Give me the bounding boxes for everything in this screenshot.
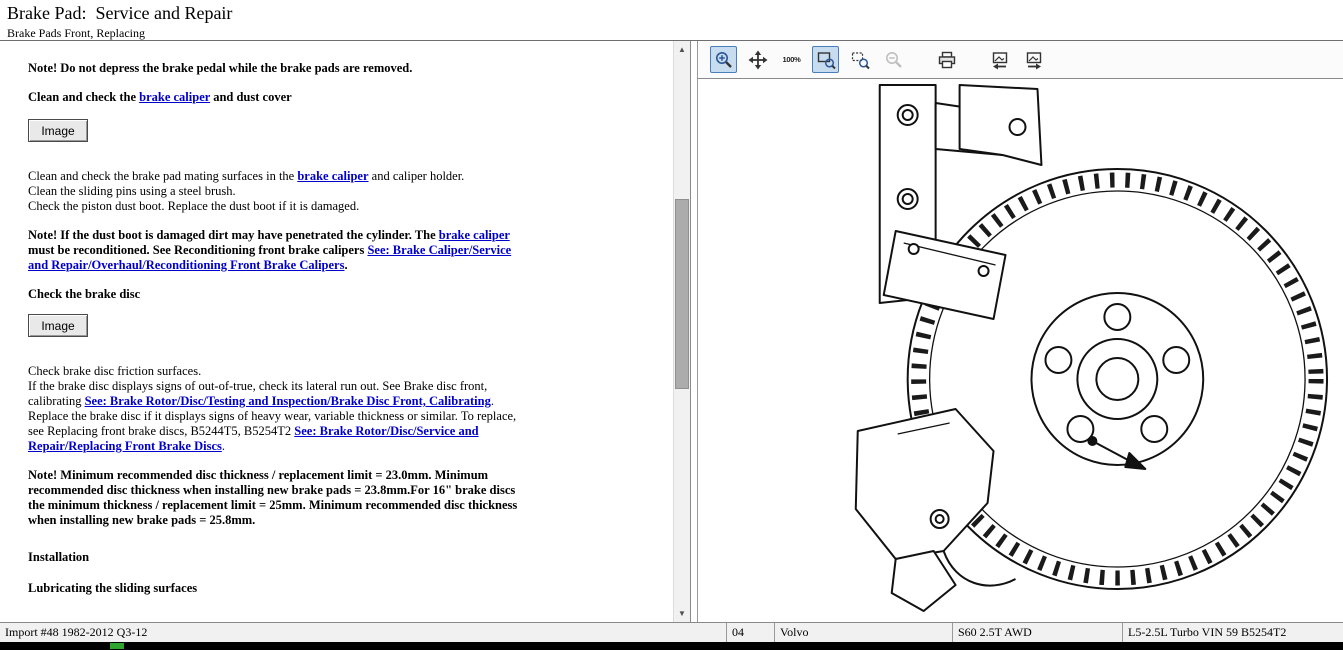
text-fragment: . <box>222 439 225 453</box>
previous-image-icon <box>990 50 1010 70</box>
page-header: Brake Pad: Service and Repair Brake Pads… <box>0 0 1343 41</box>
scroll-down-arrow-icon[interactable]: ▼ <box>674 605 690 622</box>
link-brake-caliper[interactable]: brake caliper <box>139 90 210 104</box>
zoom-in-button[interactable] <box>710 46 737 73</box>
status-bar: Import #48 1982-2012 Q3-12 04 Volvo S60 … <box>0 622 1343 642</box>
text-fragment: and caliper holder. <box>369 169 465 183</box>
image-button-1[interactable]: Image <box>28 119 88 142</box>
print-button[interactable] <box>933 46 960 73</box>
text-line: If the brake disc displays signs of out-… <box>28 379 528 409</box>
statusbar-code: 04 <box>727 623 775 642</box>
next-image-button[interactable] <box>1020 46 1047 73</box>
text-fragment: . <box>491 394 494 408</box>
zoom-fit-button[interactable] <box>812 46 839 73</box>
image-button-2[interactable]: Image <box>28 314 88 337</box>
next-image-icon <box>1024 50 1044 70</box>
illustration-canvas <box>698 79 1343 622</box>
pan-button[interactable] <box>744 46 771 73</box>
left-panel-scrollbar[interactable]: ▲ ▼ <box>673 41 690 622</box>
link-brake-disc-front-calibrating[interactable]: See: Brake Rotor/Disc/Testing and Inspec… <box>85 394 491 408</box>
heading-check-brake-disc: Check the brake disc <box>28 287 528 302</box>
text-line: Check brake disc friction surfaces. <box>28 364 528 379</box>
paragraph-clean-pads: Clean and check the brake pad mating sur… <box>28 169 528 214</box>
taskbar <box>0 642 1343 650</box>
note-pedal: Note! Do not depress the brake pedal whi… <box>28 61 528 76</box>
brake-assembly-illustration <box>698 79 1343 622</box>
text-fragment: . <box>344 258 347 272</box>
heading-lubricating: Lubricating the sliding surfaces <box>28 581 528 596</box>
scrollbar-thumb[interactable] <box>675 199 689 389</box>
previous-image-button[interactable] <box>986 46 1013 73</box>
zoom-window-button[interactable] <box>846 46 873 73</box>
heading-installation: Installation <box>28 550 528 565</box>
note-disc-thickness: Note! Minimum recommended disc thickness… <box>28 468 528 528</box>
image-toolbar: 100% <box>698 41 1343 79</box>
zoom-100-button[interactable]: 100% <box>778 46 805 73</box>
zoom-window-icon <box>850 50 870 70</box>
scroll-up-arrow-icon[interactable]: ▲ <box>674 41 690 58</box>
paragraph-check-disc: Check brake disc friction surfaces. If t… <box>28 364 528 454</box>
zoom-100-icon: 100% <box>783 55 801 64</box>
text-line: Clean and check the brake pad mating sur… <box>28 169 528 184</box>
document-panel: Note! Do not depress the brake pedal whi… <box>0 41 691 622</box>
statusbar-import-info: Import #48 1982-2012 Q3-12 <box>0 623 727 642</box>
document-content: Note! Do not depress the brake pedal whi… <box>0 41 528 596</box>
zoom-out-icon <box>884 50 904 70</box>
zoom-fit-icon <box>816 50 836 70</box>
statusbar-model: S60 2.5T AWD <box>953 623 1123 642</box>
link-brake-caliper[interactable]: brake caliper <box>439 228 510 242</box>
zoom-out-button[interactable] <box>880 46 907 73</box>
statusbar-make: Volvo <box>775 623 953 642</box>
main-area: Note! Do not depress the brake pedal whi… <box>0 41 1343 622</box>
zoom-in-icon <box>714 50 734 70</box>
page-title: Brake Pad: Service and Repair <box>7 3 1343 24</box>
note-dust-boot: Note! If the dust boot is damaged dirt m… <box>28 228 528 273</box>
print-icon <box>937 50 957 70</box>
page-subtitle: Brake Pads Front, Replacing <box>7 26 1343 41</box>
statusbar-engine: L5-2.5L Turbo VIN 59 B5254T2 <box>1123 623 1343 642</box>
taskbar-item-icon[interactable] <box>110 643 124 649</box>
link-brake-caliper[interactable]: brake caliper <box>297 169 368 183</box>
text-fragment: must be reconditioned. See Reconditionin… <box>28 243 367 257</box>
heading-clean-caliper: Clean and check the brake caliper and du… <box>28 90 528 105</box>
text-fragment: Note! If the dust boot is damaged dirt m… <box>28 228 439 242</box>
text-fragment: and dust cover <box>210 90 292 104</box>
text-line: Check the piston dust boot. Replace the … <box>28 199 528 214</box>
text-fragment: Clean and check the <box>28 90 139 104</box>
text-fragment: Clean and check the brake pad mating sur… <box>28 169 297 183</box>
text-line: Clean the sliding pins using a steel bru… <box>28 184 528 199</box>
pan-icon <box>748 50 768 70</box>
text-line: Replace the brake disc if it displays si… <box>28 409 528 454</box>
illustration-panel: 100% <box>697 41 1343 622</box>
